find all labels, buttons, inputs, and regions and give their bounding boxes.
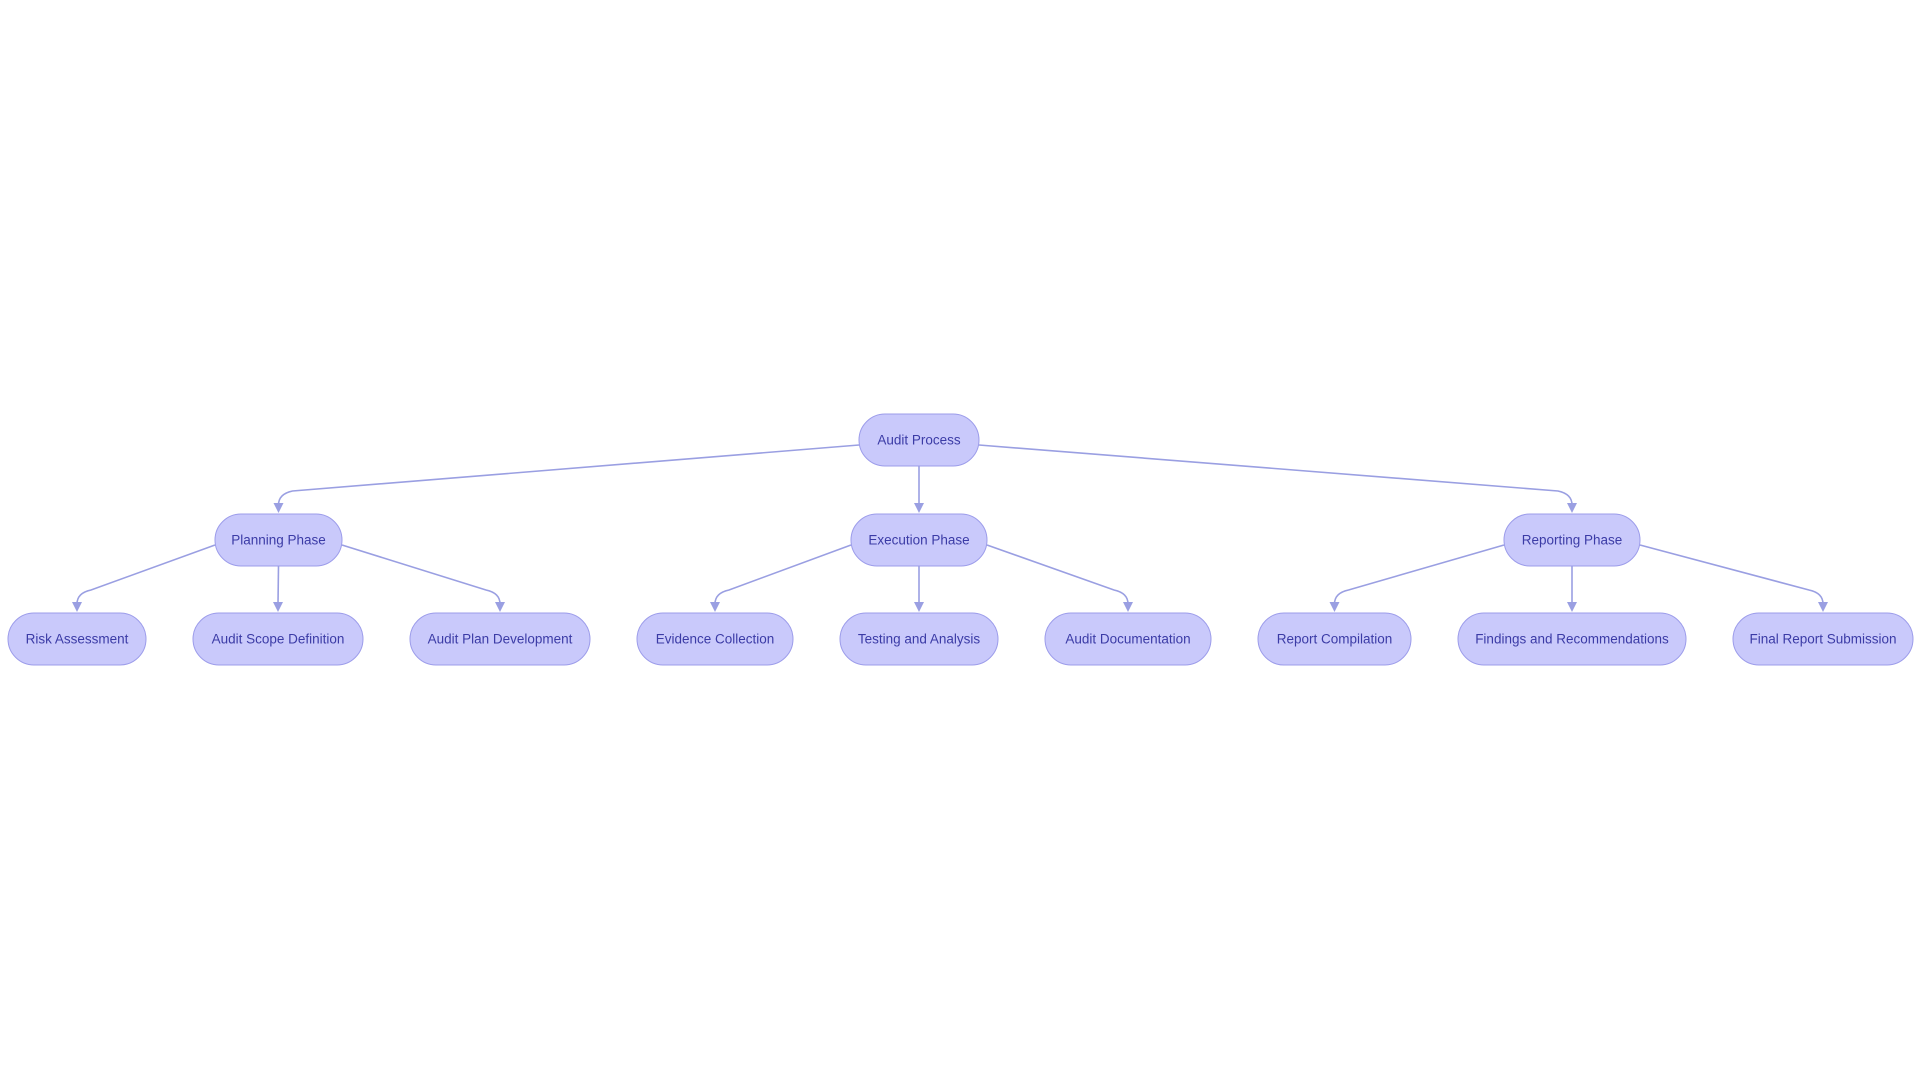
edge-reporting-to-compilation: [1333, 544, 1505, 605]
node-label: Audit Documentation: [1065, 632, 1190, 647]
arrowhead-icon: [1567, 503, 1577, 513]
node-audit-process[interactable]: Audit Process: [858, 413, 980, 467]
node-audit-plan-development[interactable]: Audit Plan Development: [409, 612, 591, 666]
arrowhead-icon: [710, 602, 720, 612]
node-evidence-collection[interactable]: Evidence Collection: [636, 612, 794, 666]
arrowhead-icon: [1567, 602, 1577, 612]
arrowhead-icon: [1818, 602, 1828, 612]
node-label: Audit Scope Definition: [212, 632, 345, 647]
node-findings-and-recommendations[interactable]: Findings and Recommendations: [1457, 612, 1687, 666]
node-audit-scope-definition[interactable]: Audit Scope Definition: [192, 612, 364, 666]
edge-planning-to-plan: [341, 544, 501, 605]
arrowhead-icon: [1329, 602, 1340, 612]
audit-process-diagram: Audit Process Planning Phase Execution P…: [7, 413, 1914, 666]
node-reporting-phase[interactable]: Reporting Phase: [1503, 513, 1641, 567]
node-label: Findings and Recommendations: [1475, 632, 1669, 647]
arrowhead-icon: [273, 602, 283, 612]
node-label: Reporting Phase: [1522, 533, 1623, 548]
node-risk-assessment[interactable]: Risk Assessment: [7, 612, 147, 666]
node-audit-documentation[interactable]: Audit Documentation: [1044, 612, 1212, 666]
edge-planning-to-risk: [76, 544, 216, 605]
arrowhead-icon: [914, 503, 924, 513]
arrowhead-icon: [72, 602, 82, 612]
edge-execution-to-documentation: [986, 544, 1129, 605]
arrowhead-icon: [914, 602, 924, 612]
node-final-report-submission[interactable]: Final Report Submission: [1732, 612, 1914, 666]
node-label: Audit Plan Development: [428, 632, 573, 647]
arrowhead-icon: [273, 503, 284, 513]
arrowhead-icon: [1123, 602, 1133, 612]
node-label: Testing and Analysis: [858, 632, 981, 647]
node-testing-and-analysis[interactable]: Testing and Analysis: [839, 612, 999, 666]
node-label: Risk Assessment: [26, 632, 129, 647]
edge-reporting-to-final: [1639, 544, 1824, 605]
node-label: Audit Process: [877, 433, 961, 448]
node-label: Planning Phase: [231, 533, 326, 548]
node-report-compilation[interactable]: Report Compilation: [1257, 612, 1412, 666]
edge-planning-to-scope: [277, 565, 280, 605]
node-label: Evidence Collection: [656, 632, 775, 647]
edge-audit-to-planning: [277, 444, 860, 506]
node-label: Final Report Submission: [1749, 632, 1896, 647]
edge-execution-to-evidence: [714, 544, 852, 605]
node-label: Execution Phase: [868, 533, 969, 548]
arrowhead-icon: [495, 602, 505, 612]
edge-audit-to-reporting: [978, 444, 1573, 506]
node-planning-phase[interactable]: Planning Phase: [214, 513, 343, 567]
node-label: Report Compilation: [1277, 632, 1393, 647]
node-execution-phase[interactable]: Execution Phase: [850, 513, 988, 567]
